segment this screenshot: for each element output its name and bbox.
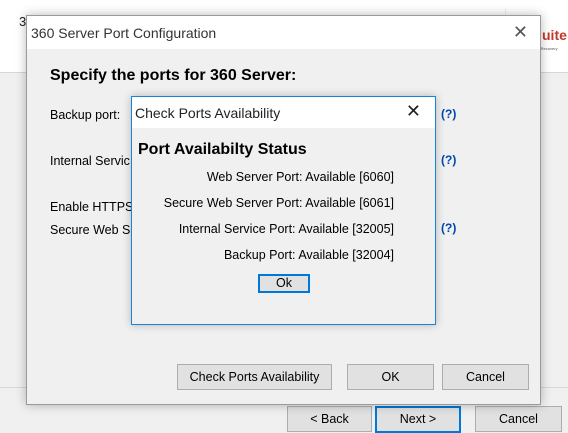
popup-close-icon[interactable]: ✕ [406, 101, 421, 122]
popup-title: Check Ports Availability [135, 105, 281, 121]
next-button[interactable]: Next > [375, 406, 461, 433]
enable-https-label: Enable HTTPS [50, 200, 134, 214]
dialog-heading: Specify the ports for 360 Server: [50, 67, 297, 84]
internal-service-help-link[interactable]: (?) [441, 153, 456, 167]
backup-port-label: Backup port: [50, 108, 121, 122]
secure-web-server-port-status: Secure Web Server Port: Available [6061] [163, 196, 394, 210]
backup-port-status: Backup Port: Available [32004] [223, 248, 394, 262]
check-ports-availability-button[interactable]: Check Ports Availability [177, 364, 332, 390]
secure-web-help-link[interactable]: (?) [441, 221, 456, 235]
web-server-port-status: Web Server Port: Available [6060] [206, 170, 394, 184]
port-status-heading: Port Availabilty Status [138, 141, 307, 158]
check-ports-popup: Check Ports Availability ✕ Port Availabi… [131, 96, 436, 325]
dialog-title: 360 Server Port Configuration [31, 25, 217, 41]
back-button[interactable]: < Back [287, 406, 372, 432]
secure-web-server-port-label: Secure Web S [50, 223, 131, 237]
backup-port-help-link[interactable]: (?) [441, 107, 456, 121]
logo-text: uite [542, 27, 567, 43]
installer-cancel-button[interactable]: Cancel [475, 406, 562, 432]
dialog-cancel-button[interactable]: Cancel [442, 364, 529, 390]
popup-ok-button[interactable]: Ok [258, 274, 310, 293]
popup-titlebar: Check Ports Availability ✕ [132, 97, 435, 128]
internal-service-port-status: Internal Service Port: Available [32005] [178, 222, 394, 236]
internal-service-port-label: Internal Servic [50, 154, 130, 168]
close-icon[interactable]: ✕ [513, 22, 528, 43]
ok-button[interactable]: OK [347, 364, 434, 390]
dialog-titlebar: 360 Server Port Configuration ✕ [27, 16, 540, 49]
